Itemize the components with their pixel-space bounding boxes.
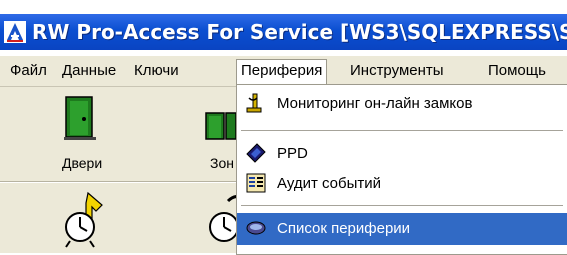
door-icon (64, 95, 96, 146)
menu-separator (241, 205, 563, 206)
app-window: RW Pro-Access For Service [WS3\SQLEXPRES… (0, 0, 567, 255)
menu-item-online-lock-monitoring[interactable]: Мониторинг он-лайн замков (237, 89, 567, 119)
alarm-clock-key-icon (62, 191, 108, 254)
menu-bar: Файл Данные Ключи Периферия Инструменты … (0, 56, 567, 87)
menu-separator (241, 130, 563, 131)
zone-door-icon (204, 111, 236, 146)
menu-item-label: Мониторинг он-лайн замков (277, 95, 473, 112)
toolbar-button-schedule[interactable] (206, 191, 236, 251)
menu-item-event-audit[interactable]: Аудит событий (237, 169, 567, 199)
menu-item-peripheral-list[interactable]: Список периферии (237, 213, 567, 245)
alarm-clock-icon (206, 191, 236, 251)
toolbar-button-doors[interactable]: Двери (50, 95, 110, 175)
ppd-device-icon (245, 142, 267, 164)
event-log-icon (245, 172, 267, 194)
window-title: RW Pro-Access For Service [WS3\SQLEXPRES… (32, 20, 567, 44)
menu-peripherals[interactable]: Периферия (236, 59, 328, 87)
menu-item-label: Аудит событий (277, 175, 382, 192)
menu-item-label: Список периферии (277, 220, 411, 237)
menu-keys[interactable]: Ключи (130, 60, 183, 82)
toolbar-button-zones[interactable]: Зон (196, 95, 236, 175)
title-bar[interactable]: RW Pro-Access For Service [WS3\SQLEXPRES… (0, 14, 567, 50)
menu-item-label: PPD (277, 145, 308, 162)
peripherals-dropdown-menu: Мониторинг он-лайн замков PPD Аудит собы… (236, 84, 567, 255)
menu-data[interactable]: Данные (58, 60, 120, 82)
menu-help[interactable]: Помощь (484, 60, 550, 82)
toolbar-button-schedule-keys[interactable] (62, 191, 108, 251)
peripheral-list-icon (245, 216, 267, 238)
app-logo-icon (4, 21, 26, 43)
toolbar-label-zones: Зон (210, 155, 234, 171)
menu-tools[interactable]: Инструменты (346, 60, 448, 82)
menu-item-ppd[interactable]: PPD (237, 139, 567, 169)
menu-file[interactable]: Файл (6, 60, 51, 82)
toolbar-label-doors: Двери (62, 155, 103, 171)
monitoring-icon (245, 92, 267, 114)
